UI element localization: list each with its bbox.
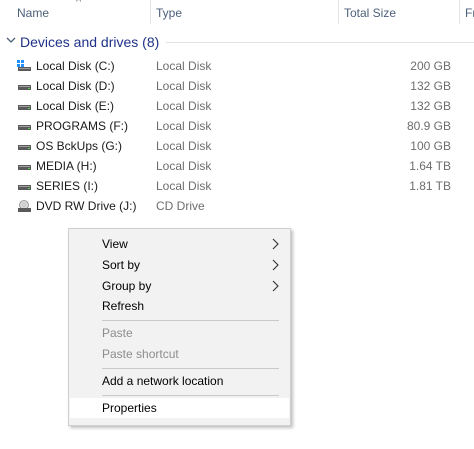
drive-type: CD Drive [156,199,205,213]
menu-item-sort-by[interactable]: Sort by [70,255,289,275]
hard-drive-icon [18,145,31,150]
column-divider[interactable] [150,0,151,24]
drive-row[interactable]: Local Disk (E:) Local Disk 132 GB [0,96,474,116]
chevron-right-icon [272,259,279,271]
menu-item-label: Paste [102,326,133,340]
drive-name: PROGRAMS (F:) [36,119,128,133]
column-divider[interactable] [338,0,339,24]
drive-type: Local Disk [156,99,212,113]
drive-row[interactable]: Local Disk (D:) Local Disk 132 GB [0,76,474,96]
sort-ascending-icon: ^ [76,0,82,8]
drive-size: 1.64 TB [409,159,451,173]
hard-drive-icon [18,125,31,130]
drive-size: 200 GB [410,59,451,73]
menu-separator [102,368,279,369]
column-name[interactable]: Name [17,6,49,20]
hard-drive-icon [18,185,31,190]
menu-separator [102,395,279,396]
menu-separator [102,320,279,321]
drive-name: Local Disk (D:) [36,79,115,93]
hard-drive-icon [18,165,31,170]
drive-name: Local Disk (E:) [36,99,115,113]
dvd-drive-icon [18,200,31,212]
group-title: Devices and drives (8) [20,34,160,50]
menu-item-refresh[interactable]: Refresh [70,296,289,316]
drive-name: MEDIA (H:) [36,159,97,173]
group-divider [166,42,474,43]
menu-item-label: Refresh [102,299,145,313]
drive-type: Local Disk [156,179,212,193]
menu-item-label: Paste shortcut [102,347,179,361]
drive-size: 132 GB [410,79,451,93]
chevron-down-icon[interactable] [5,34,17,46]
windows-drive-icon [17,60,31,71]
drive-row[interactable]: Local Disk (C:) Local Disk 200 GB [0,56,474,76]
menu-item-label: Add a network location [102,374,224,388]
drive-type: Local Disk [156,159,212,173]
hard-drive-icon [18,85,31,90]
column-header: ^ Name Type Total Size Fr [0,0,474,27]
drive-row[interactable]: DVD RW Drive (J:) CD Drive [0,196,474,216]
column-type[interactable]: Type [156,6,182,20]
drive-row[interactable]: SERIES (I:) Local Disk 1.81 TB [0,176,474,196]
menu-item-paste[interactable]: Paste [70,323,289,343]
drive-size: 80.9 GB [406,119,451,133]
chevron-right-icon [272,238,279,250]
menu-item-label: Properties [102,401,157,415]
drive-type: Local Disk [156,79,212,93]
drive-type: Local Disk [156,139,212,153]
column-free-space[interactable]: Fr [465,6,474,20]
drive-name: SERIES (I:) [36,179,99,193]
menu-item-label: Group by [102,279,152,293]
drive-name: Local Disk (C:) [36,59,115,73]
drive-size: 1.81 TB [409,179,451,193]
chevron-right-icon [272,280,279,292]
column-divider[interactable] [459,0,460,24]
menu-item-label: Sort by [102,258,141,272]
menu-item-paste-shortcut[interactable]: Paste shortcut [70,344,289,364]
drive-type: Local Disk [156,59,212,73]
drive-size: 100 GB [410,139,451,153]
group-header-devices[interactable]: Devices and drives (8) [0,31,474,53]
hard-drive-icon [18,105,31,110]
drive-row[interactable]: PROGRAMS (F:) Local Disk 80.9 GB [0,116,474,136]
drive-name: OS BckUps (G:) [36,139,123,153]
drive-type: Local Disk [156,119,212,133]
menu-item-view[interactable]: View [70,234,289,254]
menu-item-group-by[interactable]: Group by [70,276,289,296]
column-total-size[interactable]: Total Size [344,6,396,20]
drive-name: DVD RW Drive (J:) [36,199,137,213]
menu-item-label: View [102,237,128,251]
drive-size: 132 GB [410,99,451,113]
drive-row[interactable]: MEDIA (H:) Local Disk 1.64 TB [0,156,474,176]
drive-row[interactable]: OS BckUps (G:) Local Disk 100 GB [0,136,474,156]
context-menu: View Sort by Group by Refresh Paste Past… [68,228,291,426]
menu-item-properties[interactable]: Properties [70,398,289,418]
menu-item-add-network-location[interactable]: Add a network location [70,371,289,391]
